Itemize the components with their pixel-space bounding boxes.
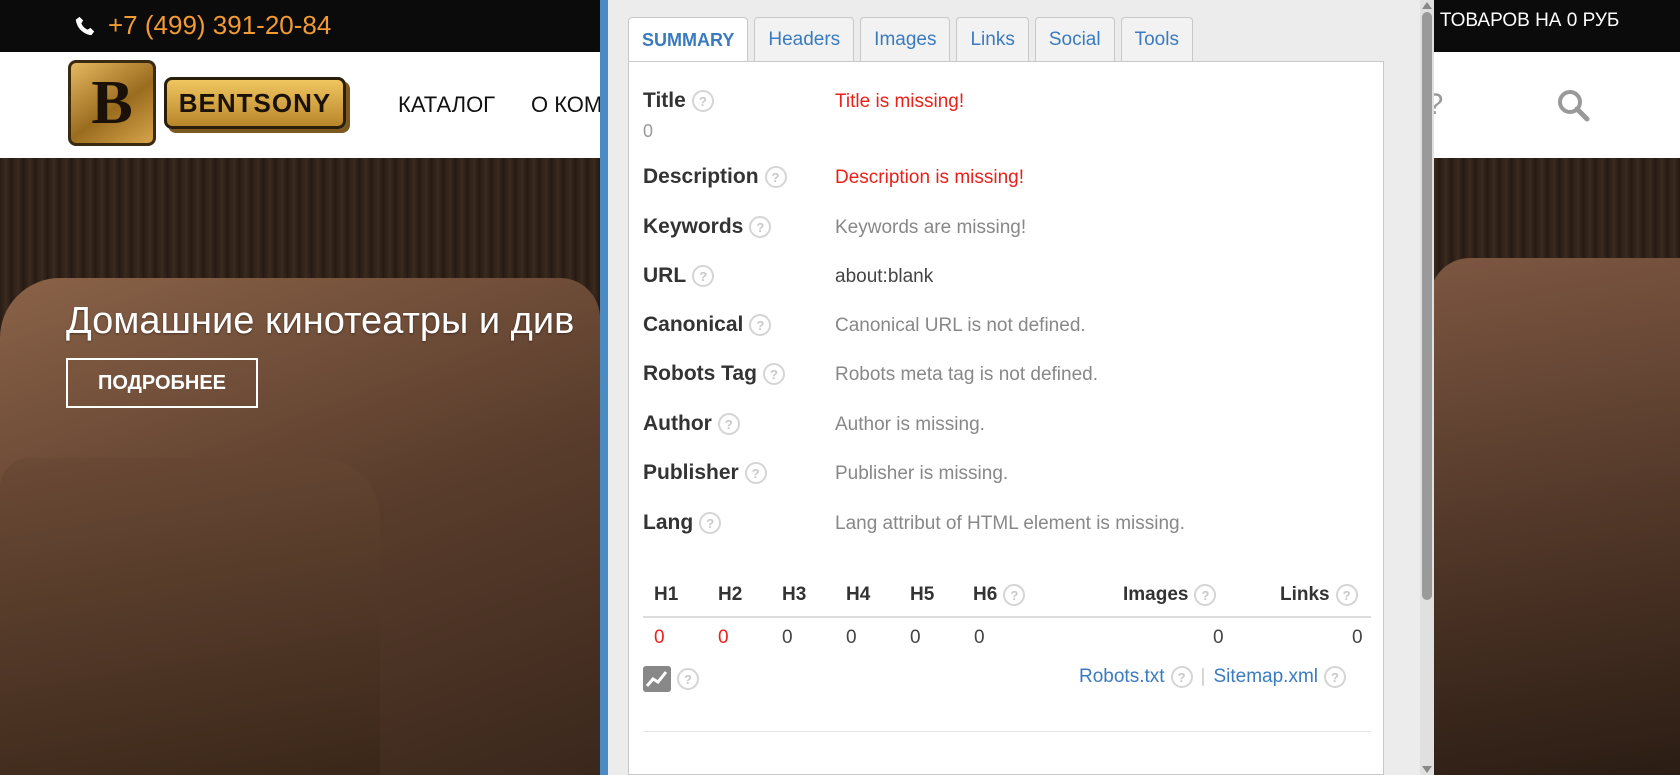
hero-title: Домашние кинотеатры и див <box>66 300 575 342</box>
scroll-thumb[interactable] <box>1422 12 1432 600</box>
help-icon[interactable]: ? <box>749 216 772 238</box>
help-icon[interactable]: ? <box>744 462 767 484</box>
scroll-down-arrow-icon[interactable] <box>1422 766 1432 773</box>
col-h3: H3 <box>782 584 807 605</box>
field-robots-tag: Robots Tag ? <box>643 362 785 386</box>
col-links: Links ? <box>1280 584 1358 606</box>
url-value: about:blank <box>835 266 934 287</box>
col-h1: H1 <box>654 584 679 605</box>
field-canonical: Canonical ? <box>643 313 772 337</box>
keywords-value: Keywords are missing! <box>835 217 1027 238</box>
phone-contact[interactable]: +7 (499) 391-20-84 <box>74 10 331 41</box>
author-value: Author is missing. <box>835 414 985 435</box>
tab-tools[interactable]: Tools <box>1120 17 1193 61</box>
col-h5: H5 <box>910 584 935 605</box>
logo-wordmark: BENTSONY <box>164 77 346 129</box>
col-h6-label: H6 <box>973 584 998 605</box>
help-icon[interactable]: ? <box>699 512 722 534</box>
tab-images[interactable]: Images <box>860 17 951 61</box>
seo-popup: SUMMARY Headers Images Links Social Tool… <box>600 0 1434 775</box>
hero-sofa-arm-image <box>0 458 380 775</box>
panel-divider <box>643 731 1371 732</box>
help-icon[interactable]: ? <box>1194 584 1217 606</box>
popup-scrollbar[interactable] <box>1420 0 1434 775</box>
headings-table-header: H1 H2 H3 H4 H5 H6 ? Images ? Links ? <box>643 572 1371 618</box>
h1-count: 0 <box>654 627 665 648</box>
col-h2: H2 <box>718 584 743 605</box>
help-icon[interactable]: ? <box>749 314 772 336</box>
help-icon[interactable]: ? <box>717 413 740 435</box>
tab-social[interactable]: Social <box>1034 17 1115 61</box>
field-label: Lang <box>643 511 694 534</box>
hero-more-button[interactable]: ПОДРОБНЕЕ <box>66 358 258 408</box>
links-count: 0 <box>1352 627 1363 648</box>
field-label: Author <box>643 412 712 435</box>
cart-summary[interactable]: 0 ТОВАРОВ НА 0 РУБ <box>1424 10 1619 32</box>
search-icon[interactable] <box>1556 88 1590 122</box>
help-icon[interactable]: ? <box>677 668 699 690</box>
chart-tools: ? <box>643 666 699 692</box>
field-author: Author ? <box>643 412 740 436</box>
images-count: 0 <box>1213 627 1224 648</box>
help-icon[interactable]: ? <box>762 363 785 385</box>
field-label: Robots Tag <box>643 362 757 385</box>
scroll-up-arrow-icon[interactable] <box>1422 2 1432 9</box>
help-icon[interactable]: ? <box>1335 584 1358 606</box>
help-icon[interactable]: ? <box>764 166 787 188</box>
site-logo[interactable]: B BENTSONY <box>68 60 346 146</box>
field-label: Keywords <box>643 215 744 238</box>
field-label: Description <box>643 165 759 188</box>
summary-panel: Title ? Title is missing! 0 Description … <box>628 61 1384 775</box>
field-keywords: Keywords ? <box>643 215 772 239</box>
field-label: Title <box>643 89 686 112</box>
help-icon[interactable]: ? <box>692 265 715 287</box>
nav-about[interactable]: О КОМ <box>531 92 602 118</box>
help-icon[interactable]: ? <box>1170 666 1193 688</box>
hero-sofa-right-image <box>1430 258 1680 775</box>
phone-icon <box>75 16 95 35</box>
col-h6: H6 ? <box>973 584 1026 606</box>
phone-number[interactable]: +7 (499) 391-20-84 <box>108 10 331 41</box>
field-lang: Lang ? <box>643 511 722 535</box>
field-title: Title ? <box>643 89 714 113</box>
h4-count: 0 <box>846 627 857 648</box>
nav-catalog[interactable]: КАТАЛОГ <box>398 92 495 118</box>
field-label: Canonical <box>643 313 744 336</box>
h6-count: 0 <box>974 627 985 648</box>
h2-count: 0 <box>718 627 729 648</box>
robots-txt-link[interactable]: Robots.txt <box>1079 666 1165 688</box>
col-images-label: Images <box>1123 584 1189 605</box>
title-length: 0 <box>643 121 654 141</box>
field-label: Publisher <box>643 461 739 484</box>
lang-value: Lang attribut of HTML element is missing… <box>835 513 1185 534</box>
tab-headers[interactable]: Headers <box>754 17 855 61</box>
help-icon[interactable]: ? <box>691 90 714 112</box>
col-h4: H4 <box>846 584 871 605</box>
col-images: Images ? <box>1123 584 1217 606</box>
link-separator: | <box>1200 666 1206 687</box>
help-icon[interactable]: ? <box>1003 584 1026 606</box>
title-value: Title is missing! <box>835 91 965 112</box>
field-publisher: Publisher ? <box>643 461 767 485</box>
h3-count: 0 <box>782 627 793 648</box>
field-description: Description ? <box>643 165 787 189</box>
field-label: URL <box>643 264 687 287</box>
description-value: Description is missing! <box>835 167 1024 188</box>
robots-sitemap-links: Robots.txt ? | Sitemap.xml ? <box>1079 666 1347 688</box>
chart-icon[interactable] <box>643 666 671 692</box>
sitemap-xml-link[interactable]: Sitemap.xml <box>1213 666 1318 688</box>
publisher-value: Publisher is missing. <box>835 463 1009 484</box>
col-links-label: Links <box>1280 584 1330 605</box>
field-url: URL ? <box>643 264 715 288</box>
canonical-value: Canonical URL is not defined. <box>835 315 1086 336</box>
logo-emblem: B <box>68 60 156 146</box>
robots-tag-value: Robots meta tag is not defined. <box>835 364 1098 385</box>
tab-summary[interactable]: SUMMARY <box>628 17 749 63</box>
help-icon[interactable]: ? <box>1324 666 1347 688</box>
tab-links[interactable]: Links <box>956 17 1029 61</box>
popup-tabs: SUMMARY Headers Images Links Social Tool… <box>628 17 1193 63</box>
h5-count: 0 <box>910 627 921 648</box>
